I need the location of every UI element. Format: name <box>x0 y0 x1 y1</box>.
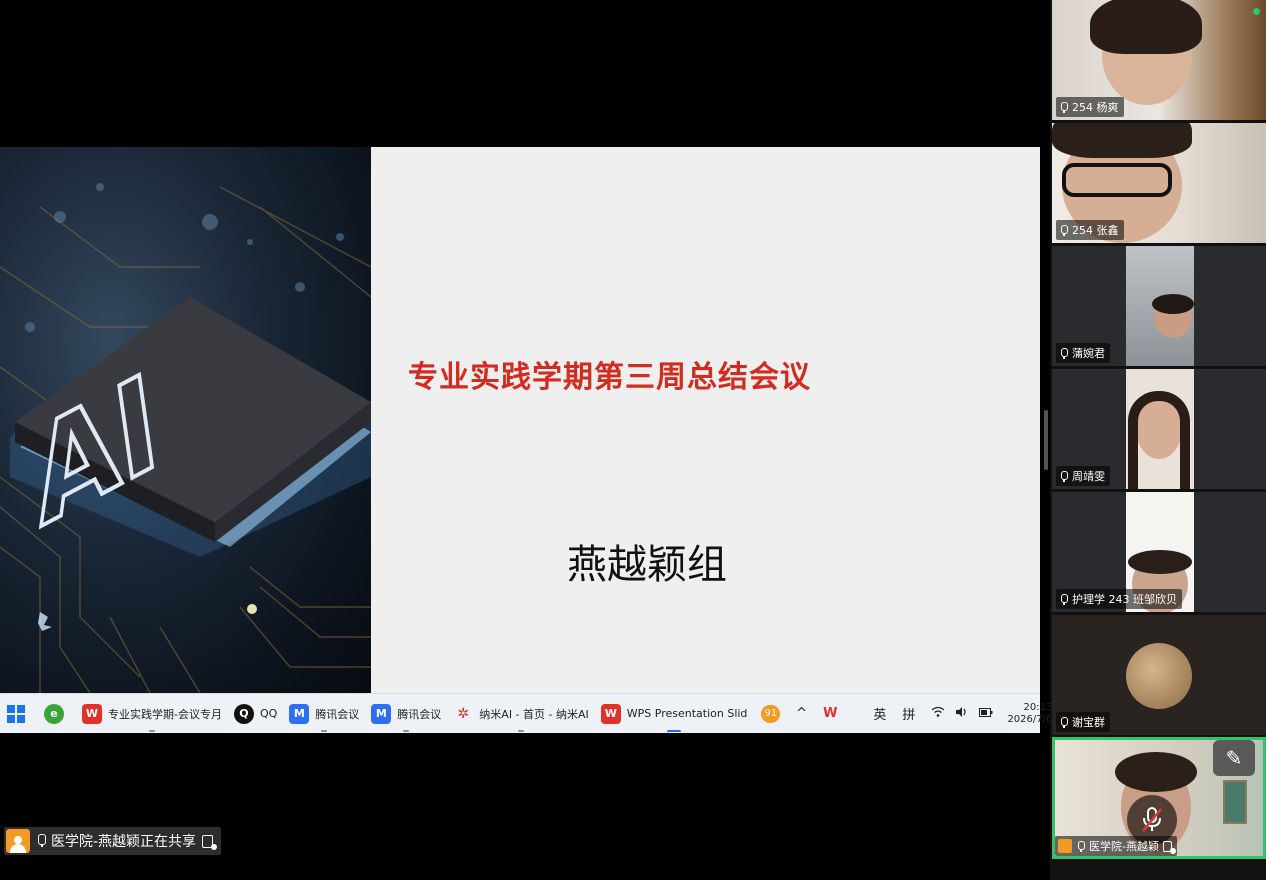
taskbar-app-label: QQ <box>259 707 278 720</box>
running-indicator <box>148 729 155 732</box>
clock-time: 20:13 <box>1023 701 1053 713</box>
sharing-status-text: 医学院-燕越颖正在共享 <box>51 834 197 850</box>
microphone-icon <box>36 834 47 848</box>
battery-icon[interactable] <box>979 706 993 721</box>
sharing-doc-icon <box>1162 840 1176 854</box>
system-clock[interactable]: 20:13 2026/7/6 <box>1007 702 1052 726</box>
windows-taskbar: e W 专业实践学期-会议专月 Q QQ M 腾讯会议 M 腾讯会议 ✲ 纳米A… <box>0 693 1074 734</box>
nano-ai-icon: ✲ <box>457 705 470 722</box>
taskbar-app-label: WPS Presentation Slid <box>626 707 748 720</box>
participant-name-tag: 254 张鑫 <box>1056 220 1124 240</box>
wifi-icon[interactable] <box>931 706 945 721</box>
participant-name-tag: 谢宝群 <box>1056 712 1110 732</box>
windows-start-icon <box>6 704 26 724</box>
participant-name-tag: 医学院-燕越颖 <box>1055 836 1177 856</box>
taskbar-app-label: 专业实践学期-会议专月 <box>108 707 222 721</box>
muted-microphone-icon <box>1142 807 1162 832</box>
taskbar-tencent-meeting-1[interactable]: M 腾讯会议 <box>283 694 365 734</box>
participant-name: 蒲婉君 <box>1072 347 1105 360</box>
participant-video-tile[interactable]: 谢宝群 <box>1052 615 1266 735</box>
participant-name-tag: 蒲婉君 <box>1056 343 1110 363</box>
participant-hair <box>1052 123 1192 158</box>
participant-video-tile[interactable]: 蒲婉君 <box>1052 246 1266 366</box>
self-video-tile[interactable]: ✎ 医学院-燕越颖 <box>1052 737 1266 859</box>
participant-name-tag: 护理学 243 班邹欣贝 <box>1056 589 1182 609</box>
shared-screen: AI 专业实践学期第三周总结会议 燕越颖组 e W 专业实践学期-会议专月 Q … <box>0 147 1074 734</box>
microphone-icon <box>1059 101 1068 113</box>
microphone-icon <box>1059 470 1068 482</box>
active-indicator <box>667 729 682 732</box>
sharing-status-bar: 医学院-燕越颖正在共享 <box>4 827 222 855</box>
participant-avatar-closeup <box>1126 643 1192 709</box>
wps-icon: W <box>600 703 621 724</box>
slide-title: 专业实践学期第三周总结会议 <box>408 360 811 395</box>
participant-video-tile[interactable]: 254 张鑫 <box>1052 123 1266 243</box>
clock-date: 2026/7/6 <box>1007 713 1053 725</box>
microphone-icon <box>1059 224 1068 236</box>
input-language[interactable]: 英 <box>873 704 886 723</box>
taskbar-wps-presentation[interactable]: W WPS Presentation Slid <box>595 694 754 734</box>
participant-name: 护理学 243 班邹欣贝 <box>1072 593 1177 606</box>
browser-icon: e <box>44 703 64 724</box>
user-avatar-icon <box>6 829 30 853</box>
participant-video-tile[interactable]: 周靖雯 <box>1052 369 1266 489</box>
running-indicator <box>321 729 328 732</box>
taskbar-tencent-meeting-2[interactable]: M 腾讯会议 <box>365 694 447 734</box>
input-method[interactable]: 拼 <box>902 704 915 723</box>
pen-icon: ✎ <box>1225 746 1243 770</box>
participant-name: 周靖雯 <box>1072 470 1105 483</box>
wall-picture <box>1223 780 1247 824</box>
taskbar-nano-ai[interactable]: ✲ 纳米AI - 首页 - 纳米AI <box>447 694 594 734</box>
participant-hair <box>1128 391 1190 489</box>
circuit-board-graphic: AI <box>0 183 371 693</box>
microphone-icon <box>1059 347 1068 359</box>
taskbar-browser[interactable]: e <box>38 694 76 734</box>
sharing-doc-icon <box>202 834 218 850</box>
participant-hair <box>1128 550 1192 574</box>
participant-name: 254 杨爽 <box>1072 101 1119 114</box>
tencent-meeting-icon: M <box>289 703 310 724</box>
taskbar-qq[interactable]: Q QQ <box>228 694 283 734</box>
qq-penguin-icon: Q <box>233 703 254 724</box>
running-indicator <box>518 729 525 732</box>
participant-name: 医学院-燕越颖 <box>1089 840 1159 853</box>
volume-icon[interactable] <box>955 706 969 722</box>
participant-hair <box>1090 0 1202 54</box>
participant-video-tile[interactable]: 254 杨爽 <box>1052 0 1266 120</box>
slide-subtitle: 燕越颖组 <box>567 542 727 588</box>
microphone-icon <box>1076 840 1085 852</box>
speaking-indicator <box>1253 8 1260 15</box>
host-icon <box>1058 839 1072 853</box>
taskbar-wps-document[interactable]: W 专业实践学期-会议专月 <box>76 694 228 734</box>
participant-video-tile[interactable]: 护理学 243 班邹欣贝 <box>1052 492 1266 612</box>
chevron-up-icon[interactable]: ^ <box>796 706 807 721</box>
participant-name-tag: 254 杨爽 <box>1056 97 1124 117</box>
panel-resize-handle[interactable] <box>1044 410 1048 470</box>
participant-name-tag: 周靖雯 <box>1056 466 1110 486</box>
presentation-slide: AI 专业实践学期第三周总结会议 燕越颖组 <box>0 147 1040 693</box>
microphone-icon <box>1059 593 1068 605</box>
participant-hair <box>1152 294 1194 314</box>
notification-badge[interactable]: 91 <box>761 704 781 723</box>
participant-glasses <box>1062 163 1172 197</box>
pop-out-button[interactable]: ✎ <box>1213 740 1255 776</box>
start-button[interactable] <box>0 694 38 734</box>
wps-tray-icon[interactable]: W <box>823 706 837 721</box>
participant-hair <box>1115 752 1197 792</box>
system-tray: 91 ^ W 英 拼 20:13 2026/7/6 <box>753 694 1084 734</box>
running-indicator <box>403 729 410 732</box>
wps-icon: W <box>82 703 102 724</box>
tencent-meeting-icon: M <box>371 703 392 724</box>
ai-chip-image: AI <box>0 147 371 693</box>
taskbar-app-label: 纳米AI - 首页 - 纳米AI <box>479 707 589 721</box>
taskbar-app-label: 腾讯会议 <box>397 707 442 721</box>
taskbar-app-label: 腾讯会议 <box>315 707 360 721</box>
participant-name: 谢宝群 <box>1072 716 1105 729</box>
participant-name: 254 张鑫 <box>1072 224 1119 237</box>
participants-panel: 254 杨爽 254 张鑫 蒲婉君 周靖雯 护理学 243 班邹欣贝 谢宝群 ✎… <box>1050 0 1266 880</box>
microphone-icon <box>1059 716 1068 728</box>
